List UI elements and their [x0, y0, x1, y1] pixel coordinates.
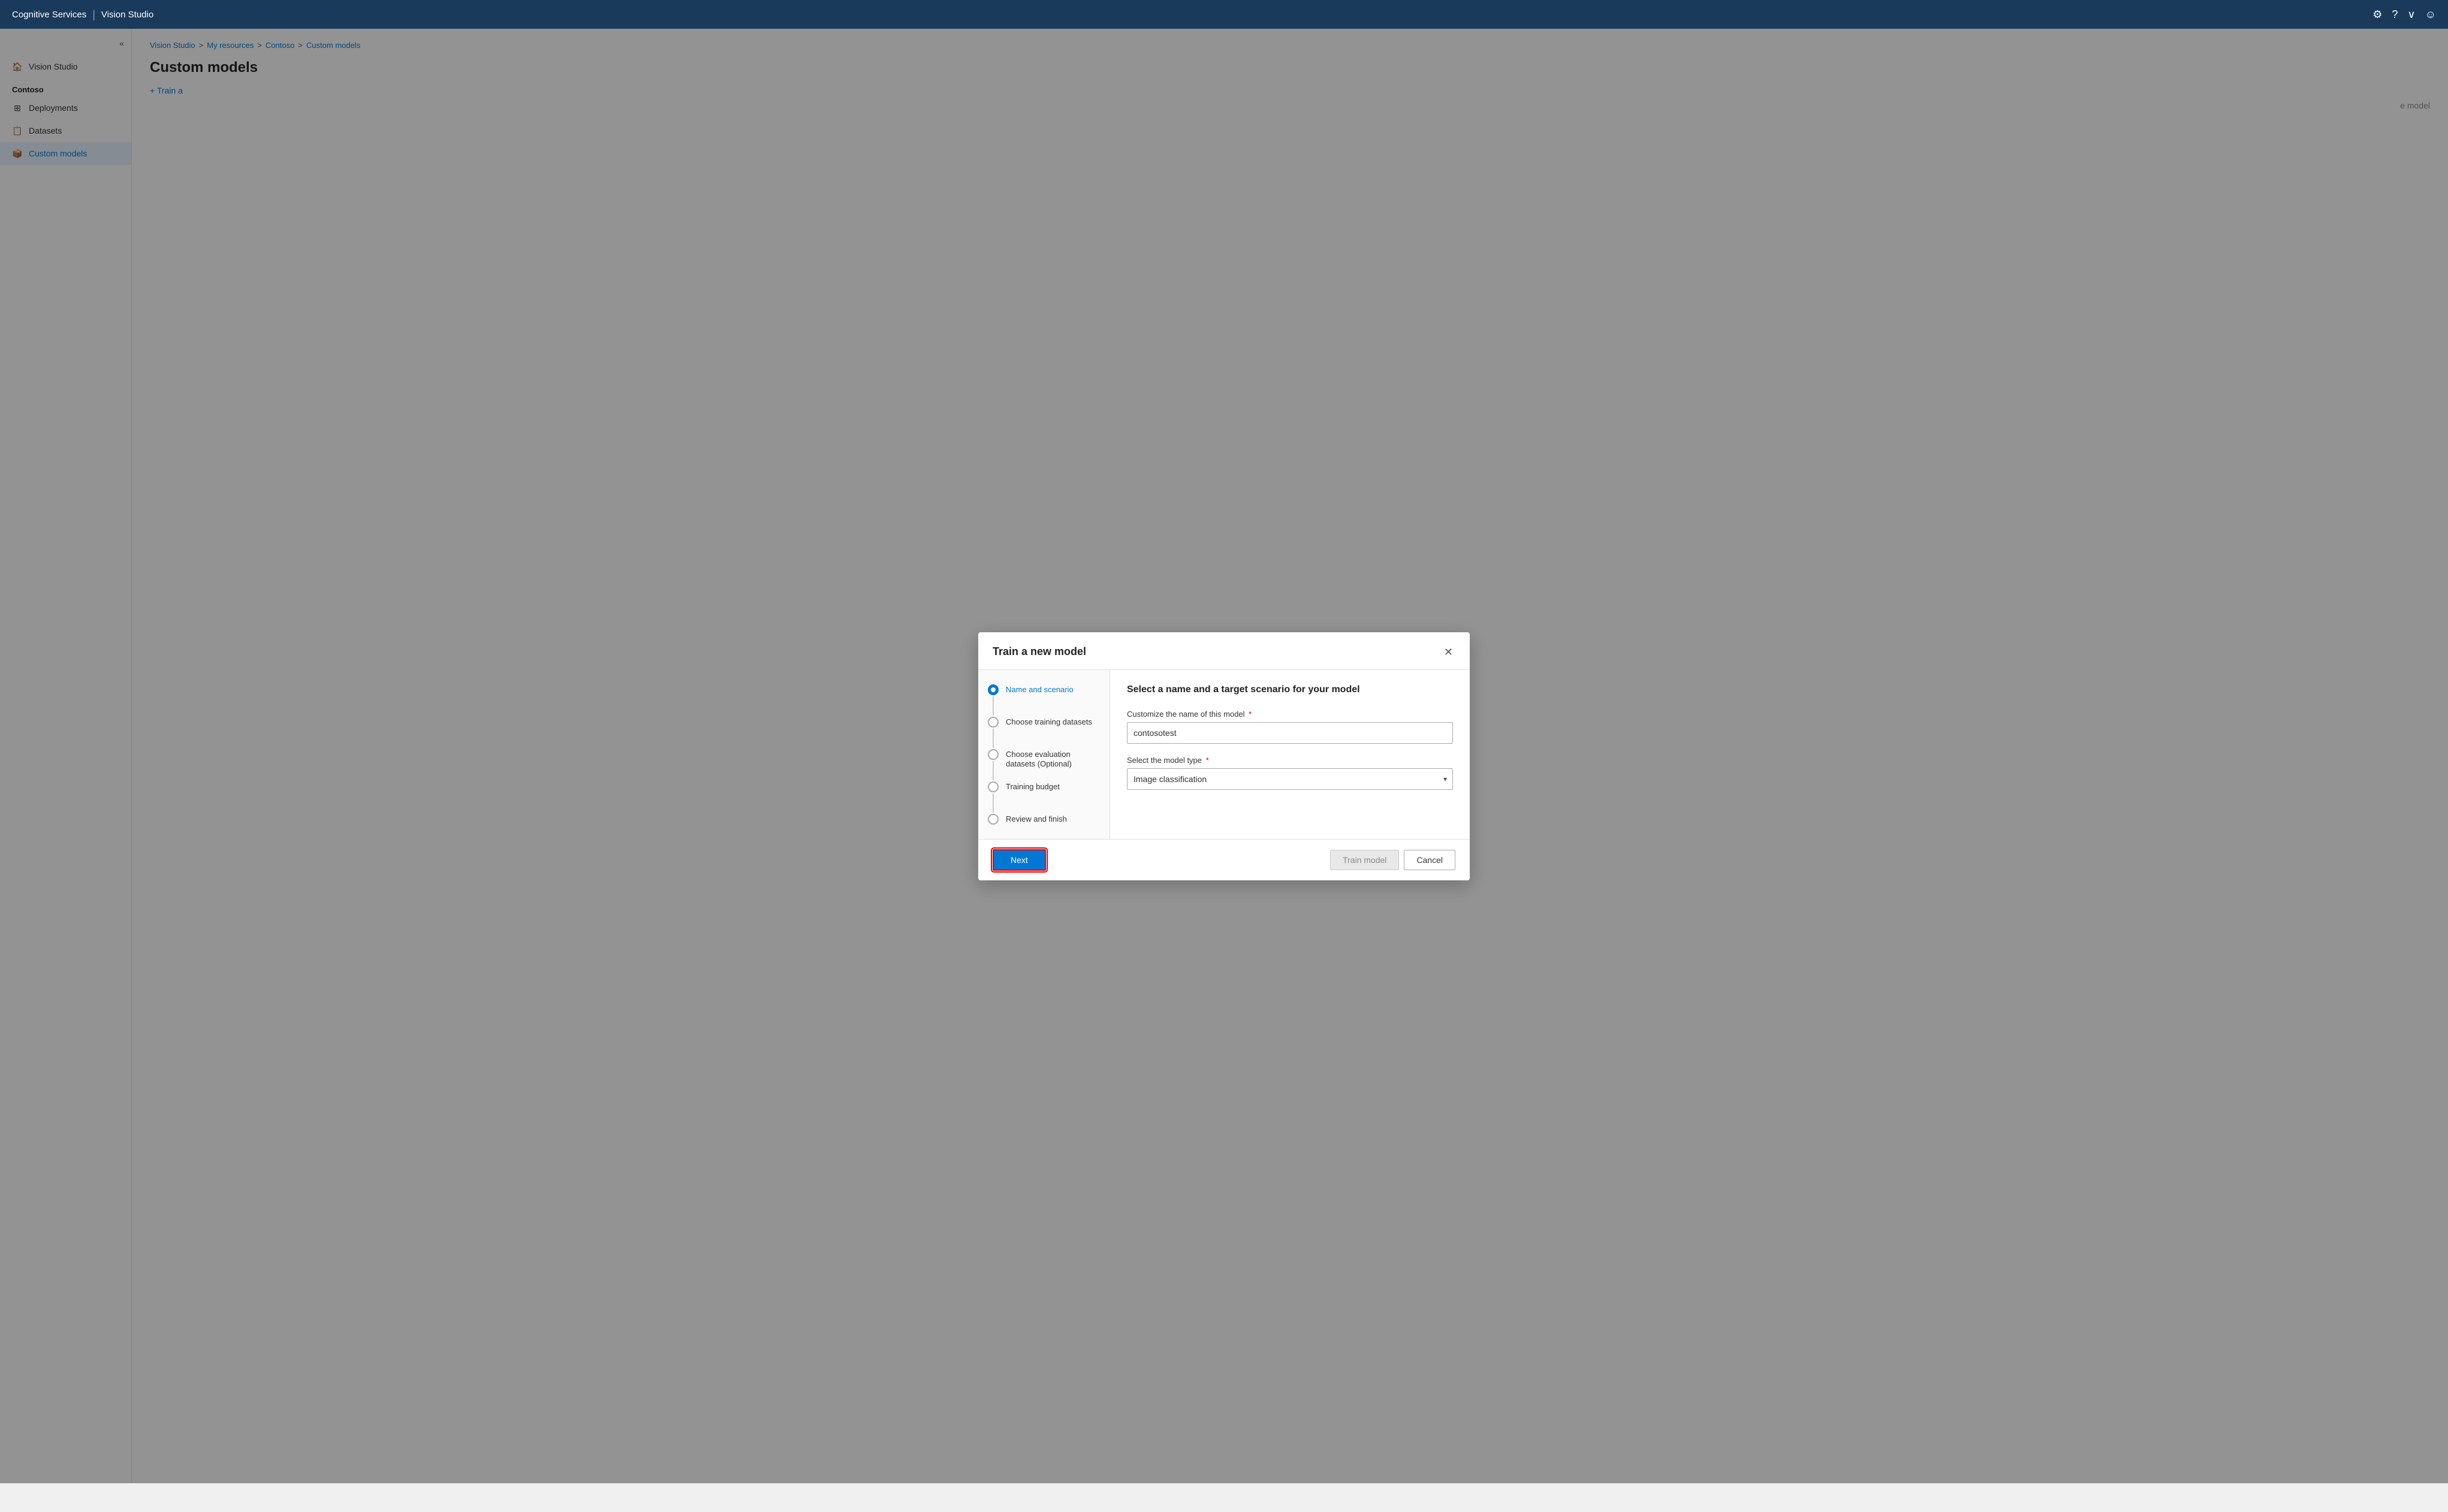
form-panel: Select a name and a target scenario for … — [1110, 670, 1470, 839]
chevron-icon[interactable]: ∨ — [2407, 8, 2415, 21]
next-button[interactable]: Next — [993, 849, 1046, 871]
app-header: Cognitive Services | Vision Studio ⚙ ? ∨… — [0, 0, 2448, 29]
step-circle-4 — [988, 781, 999, 792]
step-label-1: Name and scenario — [1006, 684, 1074, 695]
help-icon[interactable]: ? — [2392, 8, 2398, 21]
step-line-container-5 — [988, 814, 999, 825]
train-model-button[interactable]: Train model — [1330, 850, 1399, 870]
required-star-name: * — [1249, 710, 1252, 719]
step-item-training-budget: Training budget — [988, 781, 1100, 814]
model-type-select-container: Image classification Object detection Pr… — [1127, 768, 1453, 790]
form-group-type: Select the model type * Image classifica… — [1127, 756, 1453, 790]
form-group-name: Customize the name of this model * — [1127, 710, 1453, 744]
step-item-review-finish: Review and finish — [988, 814, 1100, 825]
step-line-container-3 — [988, 749, 999, 781]
step-connector-1 — [993, 696, 994, 716]
model-name-input[interactable] — [1127, 722, 1453, 744]
step-line-container-2 — [988, 717, 999, 749]
step-line-container-4 — [988, 781, 999, 814]
required-star-type: * — [1206, 756, 1209, 765]
modal-dialog: Train a new model ✕ Name and scenario — [978, 632, 1470, 880]
step-item-training-datasets: Choose training datasets — [988, 717, 1100, 749]
step-label-5: Review and finish — [1006, 814, 1067, 825]
modal-footer: Next Train model Cancel — [978, 839, 1470, 880]
brand-name: Cognitive Services — [12, 10, 86, 20]
step-label-3: Choose evaluation datasets (Optional) — [1006, 749, 1100, 770]
step-connector-3 — [993, 761, 994, 780]
model-type-select[interactable]: Image classification Object detection Pr… — [1127, 768, 1453, 790]
cancel-button[interactable]: Cancel — [1404, 850, 1455, 870]
step-line-container-1 — [988, 684, 999, 717]
step-circle-2 — [988, 717, 999, 728]
step-circle-1 — [988, 684, 999, 695]
account-icon[interactable]: ☺ — [2425, 8, 2436, 21]
form-section-title: Select a name and a target scenario for … — [1127, 684, 1453, 695]
header-separator: | — [92, 8, 95, 21]
header-branding: Cognitive Services | Vision Studio — [12, 8, 153, 21]
modal-header: Train a new model ✕ — [978, 632, 1470, 670]
step-connector-2 — [993, 729, 994, 748]
step-item-evaluation-datasets: Choose evaluation datasets (Optional) — [988, 749, 1100, 781]
step-connector-4 — [993, 793, 994, 813]
header-actions: ⚙ ? ∨ ☺ — [2372, 8, 2436, 21]
step-circle-3 — [988, 749, 999, 760]
step-label-2: Choose training datasets — [1006, 717, 1092, 728]
step-label-4: Training budget — [1006, 781, 1060, 792]
modal-body: Name and scenario Choose training datase… — [978, 670, 1470, 839]
modal-close-button[interactable]: ✕ — [1442, 644, 1455, 660]
steps-panel: Name and scenario Choose training datase… — [978, 670, 1110, 839]
form-label-name: Customize the name of this model * — [1127, 710, 1453, 719]
settings-icon[interactable]: ⚙ — [2372, 8, 2382, 21]
modal-title: Train a new model — [993, 645, 1086, 658]
modal-overlay: Train a new model ✕ Name and scenario — [0, 29, 2448, 1483]
step-item-name-and-scenario: Name and scenario — [988, 684, 1100, 717]
form-label-type: Select the model type * — [1127, 756, 1453, 765]
app-name: Vision Studio — [101, 10, 153, 20]
step-circle-5 — [988, 814, 999, 825]
